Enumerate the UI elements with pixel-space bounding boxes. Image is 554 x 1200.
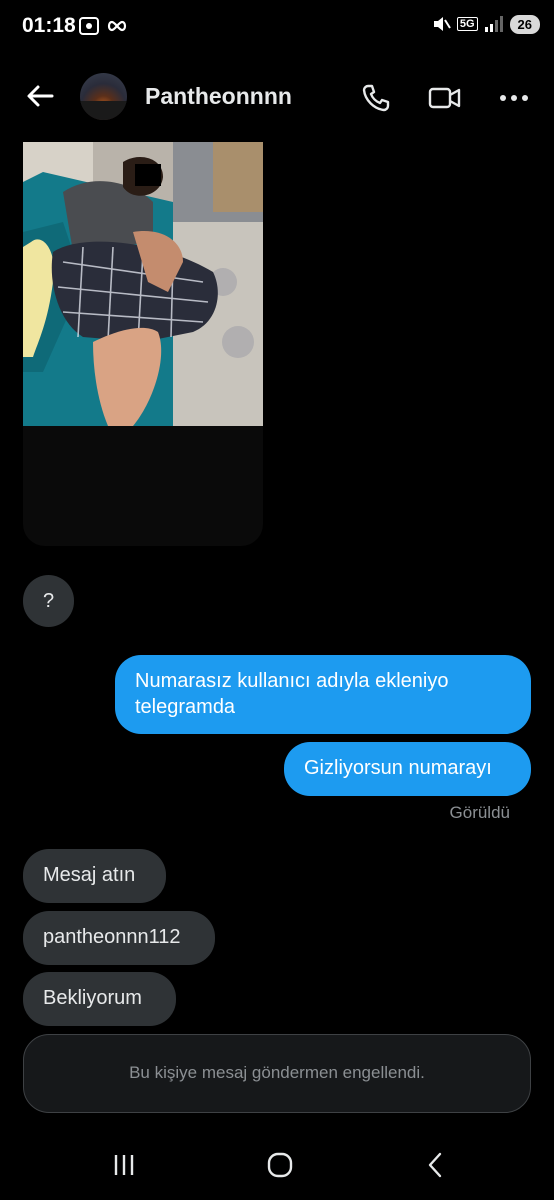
message-bubble-incoming[interactable]: ?: [23, 575, 74, 627]
network-label: 5G: [456, 17, 478, 31]
message-bubble-incoming[interactable]: Bekliyorum: [23, 972, 176, 1026]
message-bubble-incoming[interactable]: Mesaj atın: [23, 849, 166, 903]
system-nav-bar: [0, 1140, 554, 1190]
chat-username[interactable]: Pantheonnnn: [145, 83, 292, 110]
screenshot-icon: [79, 17, 99, 35]
phone-icon[interactable]: [360, 82, 392, 114]
recent-apps-icon[interactable]: [107, 1150, 141, 1180]
blocked-notice: Bu kişiye mesaj göndermen engellendi.: [23, 1034, 531, 1113]
back-nav-icon[interactable]: [420, 1150, 454, 1180]
seen-status: Görüldü: [449, 803, 510, 822]
chat-header: Pantheonnnn: [0, 64, 554, 128]
status-bar: 01:18 5G 26: [0, 0, 554, 52]
photo-image[interactable]: [23, 142, 263, 426]
message-bubble-outgoing[interactable]: Numarasız kullanıcı adıyla ekleniyo tele…: [115, 655, 531, 734]
battery-level: 26: [509, 14, 540, 34]
message-bubble-incoming[interactable]: pantheonnn112: [23, 911, 215, 965]
avatar[interactable]: [80, 73, 127, 120]
back-arrow-icon[interactable]: [24, 80, 56, 112]
mute-icon: [433, 17, 451, 31]
infinity-icon: [107, 20, 127, 32]
message-bubble-outgoing[interactable]: Gizliyorsun numarayı: [284, 742, 531, 796]
home-icon[interactable]: [263, 1150, 297, 1180]
more-icon[interactable]: [498, 82, 530, 114]
signal-icon: [484, 16, 503, 32]
status-time: 01:18: [22, 14, 76, 37]
video-icon[interactable]: [428, 82, 462, 114]
media-message[interactable]: [23, 142, 263, 546]
